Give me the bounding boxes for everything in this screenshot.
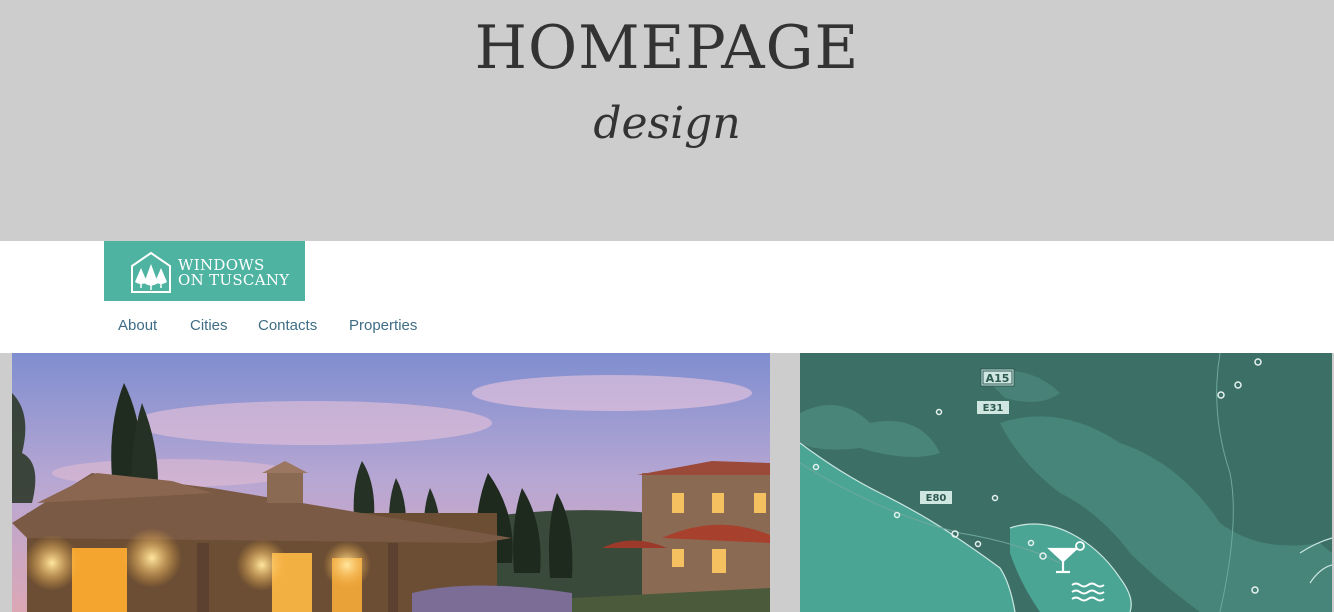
road-label-a15-text: A15	[986, 372, 1010, 385]
nav-item-about[interactable]: About	[118, 317, 157, 334]
logo-text: WINDOWS ON TUSCANY	[178, 258, 289, 288]
left-gutter	[0, 353, 12, 612]
site-header: WINDOWS ON TUSCANY About Cities Contacts…	[0, 241, 1334, 353]
nav-item-cities[interactable]: Cities	[190, 317, 228, 334]
region-map[interactable]: A15 E31 E80	[800, 353, 1332, 612]
road-label-e31-text: E31	[983, 403, 1004, 414]
logo-line-2: ON TUSCANY	[178, 271, 290, 289]
column-gap	[770, 353, 800, 612]
house-trees-icon	[131, 251, 171, 293]
nav-item-properties[interactable]: Properties	[349, 317, 417, 334]
hero-title: HOMEPAGE	[474, 13, 860, 83]
road-label-a15: A15	[980, 368, 1015, 387]
road-label-e80-text: E80	[926, 493, 947, 504]
nav-item-contacts[interactable]: Contacts	[258, 317, 317, 334]
road-label-e31: E31	[977, 401, 1009, 414]
hero-banner: HOMEPAGE design	[0, 0, 1334, 241]
road-label-e80: E80	[920, 491, 952, 504]
site-logo[interactable]: WINDOWS ON TUSCANY	[104, 241, 305, 301]
hero-subtitle: design	[593, 98, 741, 149]
villa-photo	[12, 353, 770, 612]
